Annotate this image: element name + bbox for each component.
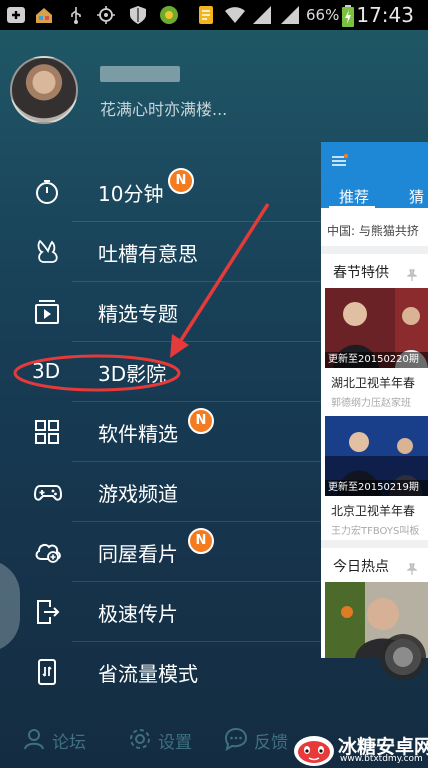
section-gap [321,246,428,254]
menu-item-co-watch[interactable]: 同屋看片 N [0,522,330,582]
grid-icon [34,419,60,445]
gear-icon [128,727,152,751]
video-subtitle: 郭德纲力压赵家班 [331,398,411,409]
menu-item-fast-transfer[interactable]: 极速传片 [0,582,330,642]
menu-label: 同屋看片 [98,542,178,566]
menu-label: 吐槽有意思 [98,242,198,266]
section-gap [321,540,428,548]
video-subtitle: 王力宏TFBOYS叫板 [331,526,420,537]
thumb-caption: 更新至20150219期 [325,480,428,496]
section-title: 今日热点 [333,559,389,575]
menu-label: 10分钟 [98,182,164,206]
menu-item-games[interactable]: 游戏频道 [0,462,330,522]
usb-icon [66,5,86,25]
new-badge: N [168,168,194,194]
section-title: 春节特供 [333,265,389,281]
menu-item-topics[interactable]: 精选专题 [0,282,330,342]
menu-item-3d-cinema[interactable]: 3D 3D影院 [0,342,330,402]
cloud-share-icon [34,539,61,565]
home-icon [34,5,54,25]
gamepad-icon [33,479,63,505]
status-bar: 66% 17:43 [0,0,428,30]
menu-icon[interactable] [331,153,349,166]
preview-header: 推荐 猜 [321,142,428,208]
username-blurred[interactable] [100,66,180,82]
thumb-caption: 更新至20150220期 [325,352,428,368]
settings-label: 设置 [158,733,192,753]
doc-icon [196,5,216,25]
avatar[interactable] [10,56,78,124]
new-badge: N [188,408,214,434]
game-icon [158,5,178,25]
video-thumbnail[interactable]: 更新至20150220期 [325,288,428,368]
signal-icon [280,5,300,25]
wifi-icon [224,5,245,25]
news-ticker[interactable]: 中国: 与熊猫共挤 [327,222,419,239]
feedback-icon [224,727,248,752]
tab-guess[interactable]: 猜 [409,186,424,207]
phone-data-icon [34,659,60,685]
clock: 17:43 [356,3,414,27]
playlist-icon [34,299,60,325]
add-icon [6,5,26,25]
stopwatch-icon [34,179,60,205]
site-watermark: 冰糖安卓网 www.btxtdmy.com [292,730,428,768]
menu-label: 3D影院 [98,362,167,386]
menu-item-software[interactable]: 软件精选 N [0,402,330,462]
main-content-preview[interactable]: 推荐 猜 中国: 与熊猫共挤 春节特供 更新至20150220期 湖北卫视羊年春… [321,142,428,658]
menu-label: 软件精选 [98,422,178,446]
floating-assist-ball[interactable] [380,634,426,680]
signature: 花满心时亦满楼... [100,100,228,119]
menu-label: 游戏频道 [98,482,178,506]
menu-label: 省流量模式 [98,662,198,686]
shield-icon [128,5,148,25]
battery-icon [342,5,354,27]
pin-icon[interactable] [406,560,418,575]
menu-label: 极速传片 [98,602,178,626]
menu-item-tucao[interactable]: 吐槽有意思 [0,222,330,282]
new-badge: N [188,528,214,554]
watermark-logo-icon [294,736,334,766]
video-title[interactable]: 北京卫视羊年春 [331,502,415,519]
video-title[interactable]: 湖北卫视羊年春 [331,374,415,391]
menu-item-data-saver[interactable]: 省流量模式 [0,642,330,702]
pin-icon[interactable] [406,266,418,281]
3d-icon: 3D [32,359,61,383]
battery-percent: 66% [306,6,340,24]
menu-item-10min[interactable]: 10分钟 N [0,162,330,222]
feedback-label: 反馈 [254,733,288,753]
rabbit-icon [34,239,60,265]
signal-icon [252,5,272,25]
video-thumbnail[interactable]: 更新至20150219期 [325,416,428,496]
phone-export-icon [34,599,60,625]
tab-indicator [329,206,375,208]
menu-label: 精选专题 [98,302,178,326]
forum-icon [22,727,46,751]
watermark-url: www.btxtdmy.com [340,754,423,764]
forum-label: 论坛 [52,733,86,753]
bottom-bar: 论坛 设置 反馈 [0,712,330,768]
tab-recommend[interactable]: 推荐 [339,186,369,207]
gps-icon [96,5,116,25]
